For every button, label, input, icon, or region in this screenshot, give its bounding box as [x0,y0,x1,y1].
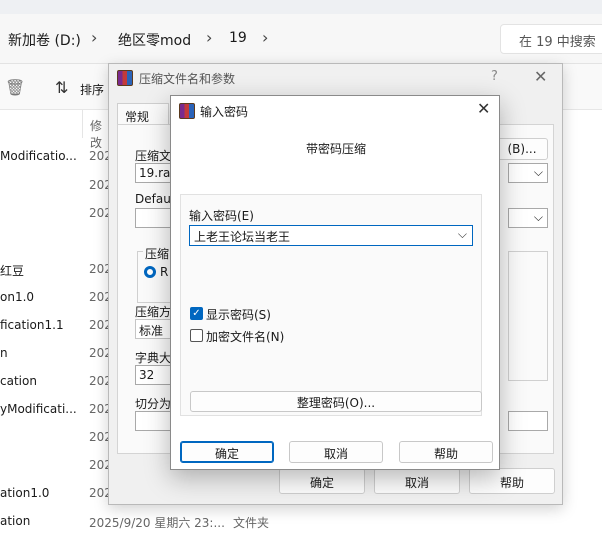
password-label: 输入密码(E) [189,209,254,223]
sort-button[interactable]: 排序 [80,81,104,98]
trash-icon[interactable]: 🗑 [5,78,25,97]
list-item[interactable]: ation1.0 [0,486,49,500]
list-item[interactable]: ation [0,514,30,528]
winrar-icon [117,70,133,86]
dictionary-select[interactable]: 32 [135,365,175,385]
archive-name-dropdown[interactable]: ⌵ [508,163,548,183]
password-value: 上老王论坛当老王 [194,230,291,244]
archive-name-input[interactable]: 19.rar [135,163,175,183]
close-icon[interactable]: ✕ [534,67,547,86]
rar-format-label: R [160,265,169,279]
list-item-type: 文件夹 [233,516,270,530]
chevron-down-icon: ⌵ [533,210,543,224]
tab-general[interactable]: 常规 [117,103,169,125]
list-item-date: 2025/9/20 星期六 23:... [89,516,225,530]
sort-icon[interactable]: ⇅ [55,78,68,97]
split-input[interactable] [135,411,175,431]
help-button[interactable]: 帮助 [399,441,493,463]
split-unit-select[interactable] [508,411,548,431]
options-group [508,251,548,381]
archive-name-label: 压缩文 [135,149,172,163]
encrypt-names-label[interactable]: 加密文件名(N) [206,328,284,345]
chevron-down-icon: ⌵ [533,165,543,179]
dialog-title: 输入密码 [200,105,249,119]
ok-button[interactable]: 确定 [279,468,365,494]
close-icon[interactable]: ✕ [477,99,490,118]
breadcrumb-folder[interactable]: 绝区零mod [118,30,191,50]
dialog-heading: 带密码压缩 [305,142,366,156]
explorer-titlebar [0,0,602,14]
rar-format-radio[interactable] [144,266,156,278]
dialog-title: 压缩文件名和参数 [139,72,236,86]
password-dialog: 输入密码 ✕ 带密码压缩 输入密码(E) 上老王论坛当老王 ⌵ ✓ 显示密码(S… [170,95,500,470]
help-button[interactable]: 帮助 [469,468,555,494]
list-item[interactable]: n [0,346,8,360]
list-item[interactable]: fication1.1 [0,318,64,332]
list-item[interactable]: 红豆 [0,262,24,279]
list-item[interactable]: cation [0,374,37,388]
help-icon[interactable]: ? [491,69,498,84]
ok-button[interactable]: 确定 [180,441,274,463]
dictionary-label: 字典大 [135,351,172,365]
list-item[interactable]: on1.0 [0,290,34,304]
list-item[interactable]: yModificati... [0,402,77,416]
show-password-label[interactable]: 显示密码(S) [206,306,271,323]
browse-button[interactable]: (B)... [496,138,548,160]
manage-passwords-button[interactable]: 整理密码(O)... [190,391,482,412]
chevron-right-icon[interactable]: › [91,28,97,47]
method-label: 压缩方 [135,305,172,319]
password-input[interactable]: 上老王论坛当老王 ⌵ [189,225,473,246]
split-label: 切分为 [135,397,172,411]
list-item[interactable]: Modificatio... [0,149,77,163]
profile-dropdown[interactable]: ⌵ [508,208,548,228]
encrypt-names-checkbox[interactable] [190,329,203,342]
method-select[interactable]: 标准 [135,319,175,339]
chevron-right-icon[interactable]: › [206,28,212,47]
profile-input[interactable] [135,208,175,228]
format-group-label: 压缩 [143,245,172,262]
password-group: 输入密码(E) 上老王论坛当老王 ⌵ ✓ 显示密码(S) 加密文件名(N) 整理… [180,194,482,416]
breadcrumb-drive[interactable]: 新加卷 (D:) [8,30,81,50]
cancel-button[interactable]: 取消 [289,441,383,463]
chevron-right-icon[interactable]: › [262,28,268,47]
show-password-checkbox[interactable]: ✓ [190,307,203,320]
winrar-icon [179,103,195,119]
search-input[interactable]: 在 19 中搜索 [500,24,602,54]
chevron-down-icon[interactable]: ⌵ [458,227,467,242]
address-bar[interactable]: 新加卷 (D:) › 绝区零mod › 19 › 在 19 中搜索 [0,14,602,64]
breadcrumb-current[interactable]: 19 [229,30,247,46]
cancel-button[interactable]: 取消 [374,468,460,494]
